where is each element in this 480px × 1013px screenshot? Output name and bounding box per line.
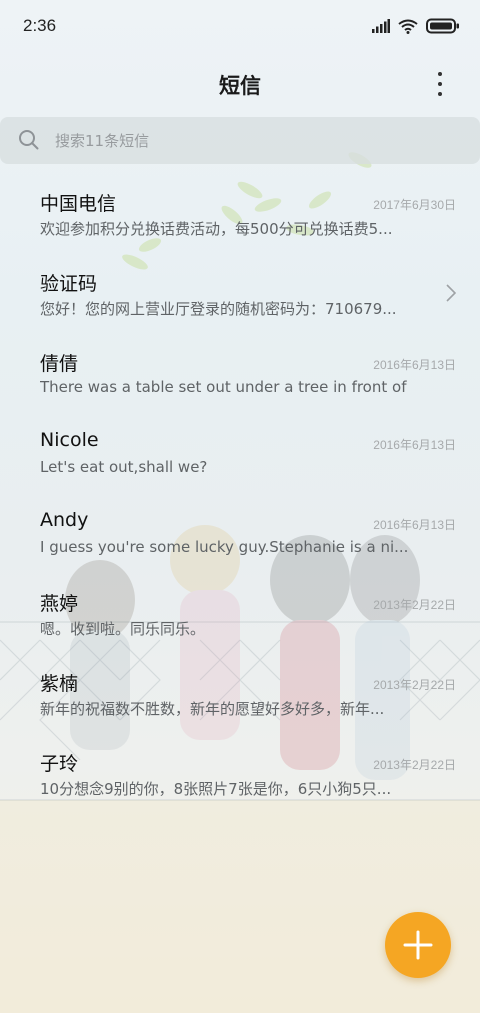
status-bar: 2:36 [0,0,480,52]
message-item[interactable]: 紫楠 2013年2月22日 新年的祝福数不胜数，新年的愿望好多好多，新年... [0,644,480,724]
more-dot [438,82,442,86]
message-preview: 欢迎参加积分兑换话费活动，每500分可兑换话费5... [40,220,393,238]
title-bar: 短信 [0,60,480,108]
message-item[interactable]: 倩倩 2016年6月13日 There was a table set out … [0,324,480,404]
message-item[interactable]: 燕婷 2013年2月22日 嗯。收到啦。同乐同乐。 [0,564,480,644]
message-sender: Andy [40,509,89,531]
search-icon [19,130,39,150]
message-sender: 验证码 [40,273,98,295]
page-title: 短信 [219,74,261,98]
message-preview: There was a table set out under a tree i… [40,378,410,396]
message-date: 2017年6月30日 [373,198,456,212]
message-preview: 嗯。收到啦。同乐同乐。 [40,620,206,638]
message-sender: 燕婷 [40,593,79,615]
message-sender: Nicole [40,429,99,451]
message-date: 2013年2月22日 [373,598,456,612]
message-item[interactable]: Nicole 2016年6月13日 Let's eat out,shall we… [0,404,480,484]
message-sender: 子玲 [40,753,79,775]
message-preview: 10分想念9别的你，8张照片7张是你，6只小狗5只... [40,780,392,798]
search-input[interactable] [55,117,435,164]
message-item[interactable]: 子玲 2013年2月22日 10分想念9别的你，8张照片7张是你，6只小狗5只.… [0,724,480,804]
more-dot [438,92,442,96]
message-item[interactable]: Andy 2016年6月13日 I guess you're some luck… [0,484,480,564]
status-time: 2:36 [23,16,57,35]
message-sender: 紫楠 [40,673,79,695]
new-message-button[interactable] [385,912,451,978]
status-icons [372,16,460,36]
battery-icon [426,18,459,34]
message-date: 2016年6月13日 [373,438,456,452]
message-date: 2016年6月13日 [373,358,456,372]
message-date: 2016年6月13日 [373,518,456,532]
wifi-icon [398,19,418,34]
message-sender: 倩倩 [40,353,79,375]
message-date: 2013年2月22日 [373,678,456,692]
message-preview: 您好！您的网上营业厅登录的随机密码为：710679... [40,300,397,318]
message-preview: 新年的祝福数不胜数，新年的愿望好多好多，新年... [40,700,385,718]
message-sender: 中国电信 [40,193,117,215]
message-item[interactable]: 中国电信 2017年6月30日 欢迎参加积分兑换话费活动，每500分可兑换话费5… [0,164,480,244]
signal-icon [372,19,390,33]
message-item[interactable]: 验证码 您好！您的网上营业厅登录的随机密码为：710679... [0,244,480,324]
message-preview: Let's eat out,shall we? [40,458,208,476]
plus-icon [403,930,433,960]
more-options-button[interactable] [426,70,454,98]
message-preview: I guess you're some lucky guy.Stephanie … [40,538,409,556]
search-bar[interactable] [0,117,480,164]
more-vertical-icon [438,72,442,76]
chevron-right-icon [446,284,456,302]
message-date: 2013年2月22日 [373,758,456,772]
